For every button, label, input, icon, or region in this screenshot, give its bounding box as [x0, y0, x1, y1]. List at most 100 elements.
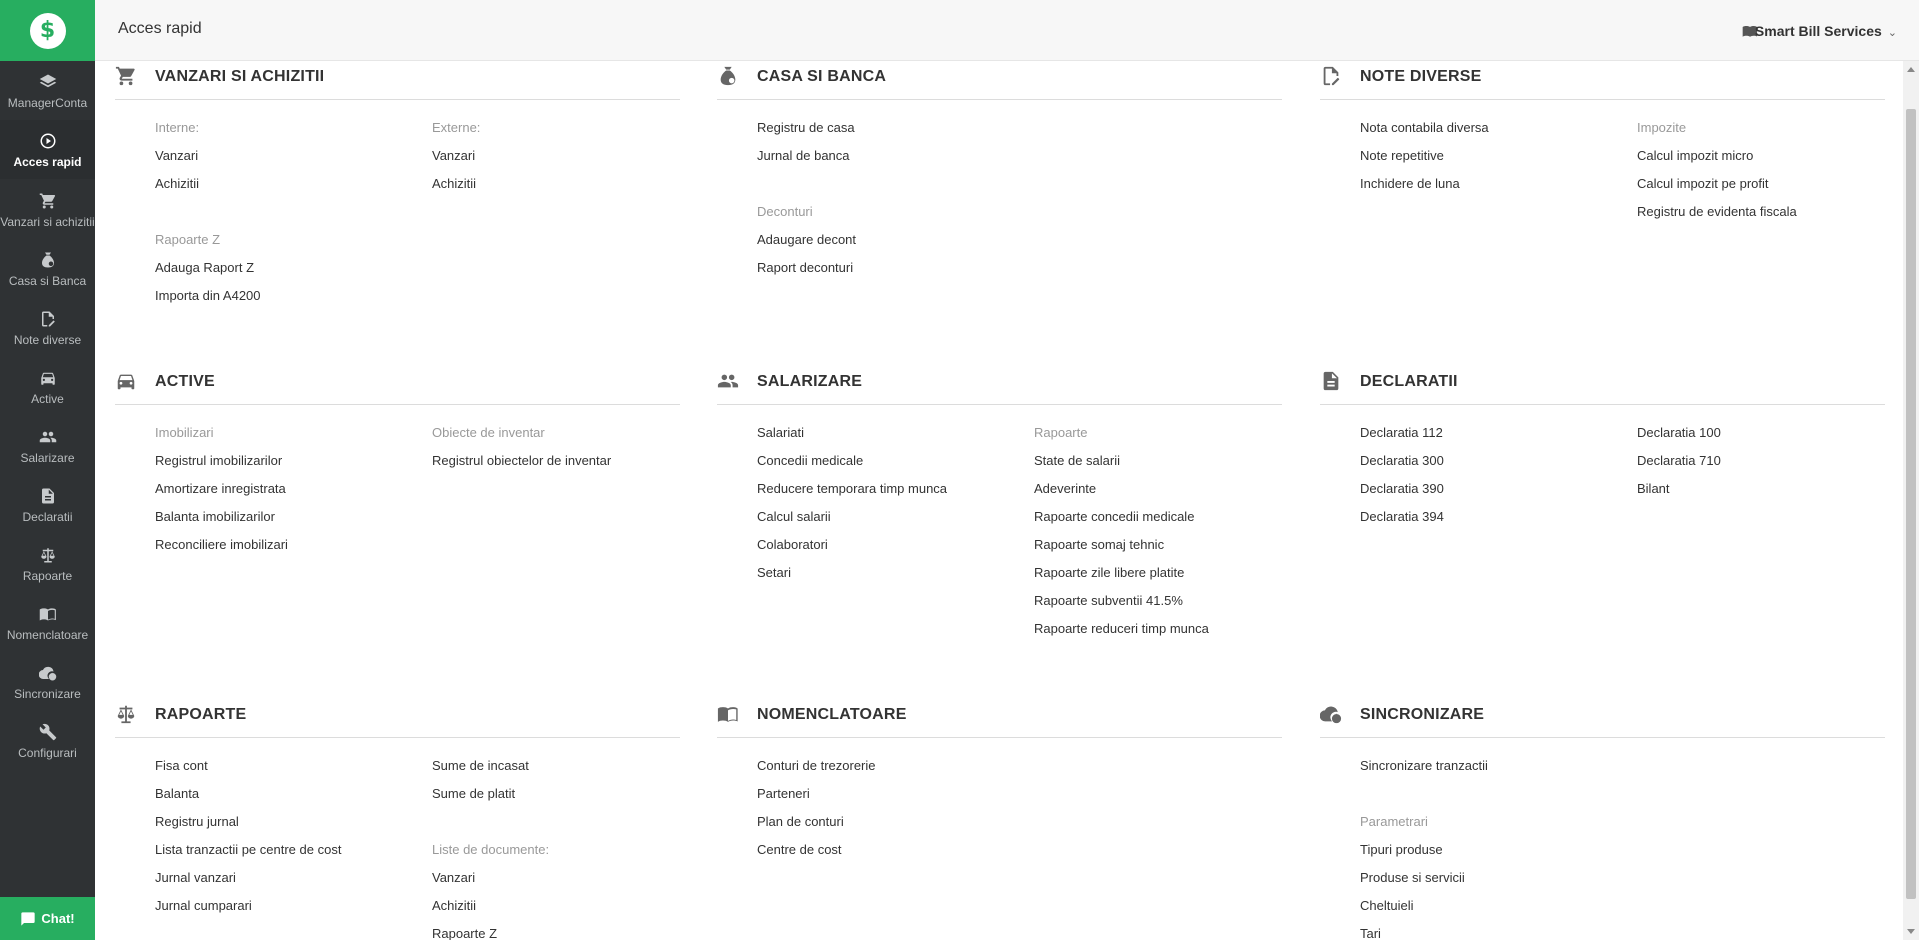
- link-achizitii[interactable]: Achizitii: [432, 170, 702, 198]
- sidebar-item-salarizare[interactable]: Salarizare: [0, 416, 95, 475]
- link-jurnal-de-banca[interactable]: Jurnal de banca: [757, 142, 1027, 170]
- link-registrul-obiectelor-de-inventar[interactable]: Registrul obiectelor de inventar: [432, 447, 702, 475]
- link-reducere-temporara-timp-munca[interactable]: Reducere temporara timp munca: [757, 475, 1027, 503]
- section-casa-banca: CASA SI BANCA Registru de casa Jurnal de …: [717, 61, 1282, 282]
- link-tari[interactable]: Tari: [1360, 920, 1630, 940]
- sidebar-item-active[interactable]: Active: [0, 357, 95, 416]
- link-balanta-imobilizarilor[interactable]: Balanta imobilizarilor: [155, 503, 425, 531]
- link-registru-de-casa[interactable]: Registru de casa: [757, 114, 1027, 142]
- link-note-repetitive[interactable]: Note repetitive: [1360, 142, 1630, 170]
- group-label: Obiecte de inventar: [432, 425, 545, 440]
- link-registrul-imobilizarilor[interactable]: Registrul imobilizarilor: [155, 447, 425, 475]
- link-vanzari[interactable]: Vanzari: [432, 142, 702, 170]
- link-rapoarte-zile-libere-platite[interactable]: Rapoarte zile libere platite: [1034, 559, 1304, 587]
- sidebar-item-configurari[interactable]: Configurari: [0, 711, 95, 770]
- sidebar-item-acces-rapid[interactable]: Acces rapid: [0, 120, 95, 179]
- company-selector[interactable]: Smart Bill Services ⌄: [1755, 23, 1897, 39]
- link-rapoarte-concedii-medicale[interactable]: Rapoarte concedii medicale: [1034, 503, 1304, 531]
- note-edit-icon: [1320, 65, 1342, 87]
- link-registru-de-evidenta-fiscala[interactable]: Registru de evidenta fiscala: [1637, 198, 1903, 226]
- link-adauga-raport-z[interactable]: Adauga Raport Z: [155, 254, 425, 282]
- scroll-up-arrow-icon[interactable]: [1907, 67, 1915, 72]
- link-parteneri[interactable]: Parteneri: [757, 780, 1027, 808]
- link-declaratia-394[interactable]: Declaratia 394: [1360, 503, 1630, 531]
- link-rapoarte-subventii-41-5pct[interactable]: Rapoarte subventii 41.5%: [1034, 587, 1304, 615]
- money-bag-icon: [717, 65, 739, 87]
- sidebar-item-note-diverse[interactable]: Note diverse: [0, 298, 95, 357]
- dollar-logo-icon: $: [29, 12, 66, 49]
- link-vanzari[interactable]: Vanzari: [432, 864, 702, 892]
- vertical-scrollbar[interactable]: [1903, 61, 1919, 940]
- link-vanzari[interactable]: Vanzari: [155, 142, 425, 170]
- link-registru-jurnal[interactable]: Registru jurnal: [155, 808, 425, 836]
- link-conturi-de-trezorerie[interactable]: Conturi de trezorerie: [757, 752, 1027, 780]
- link-achizitii[interactable]: Achizitii: [432, 892, 702, 920]
- link-salariati[interactable]: Salariati: [757, 419, 1027, 447]
- group-label: Impozite: [1637, 120, 1687, 135]
- link-centre-de-cost[interactable]: Centre de cost: [757, 836, 1027, 864]
- sidebar-item-rapoarte[interactable]: Rapoarte: [0, 534, 95, 593]
- scroll-thumb[interactable]: [1906, 109, 1916, 899]
- link-achizitii[interactable]: Achizitii: [155, 170, 425, 198]
- link-declaratia-710[interactable]: Declaratia 710: [1637, 447, 1903, 475]
- quick-access-content: VANZARI SI ACHIZITII Interne: Vanzari Achi…: [95, 61, 1903, 940]
- link-declaratia-112[interactable]: Declaratia 112: [1360, 419, 1630, 447]
- link-rapoarte-z[interactable]: Rapoarte Z: [432, 920, 702, 940]
- link-produse-si-servicii[interactable]: Produse si servicii: [1360, 864, 1630, 892]
- link-concedii-medicale[interactable]: Concedii medicale: [757, 447, 1027, 475]
- link-state-de-salarii[interactable]: State de salarii: [1034, 447, 1304, 475]
- link-colaboratori[interactable]: Colaboratori: [757, 531, 1027, 559]
- section-title: NOTE DIVERSE: [1360, 68, 1482, 85]
- car-icon: [39, 368, 57, 388]
- sidebar-item-label: Sincronizare: [14, 687, 81, 701]
- link-adaugare-decont[interactable]: Adaugare decont: [757, 226, 1027, 254]
- link-column: Salariati Concedii medicale Reducere tempo…: [757, 419, 1027, 587]
- sidebar-item-vanzari[interactable]: Vanzari si achizitii: [0, 179, 95, 239]
- link-balanta[interactable]: Balanta: [155, 780, 425, 808]
- link-lista-tranzactii-pe-centre-de-cost[interactable]: Lista tranzactii pe centre de cost: [155, 836, 425, 864]
- link-tipuri-produse[interactable]: Tipuri produse: [1360, 836, 1630, 864]
- sidebar-item-declaratii[interactable]: Declaratii: [0, 475, 95, 534]
- link-fisa-cont[interactable]: Fisa cont: [155, 752, 425, 780]
- sidebar-item-managerconta[interactable]: ManagerConta: [0, 61, 95, 120]
- sidebar-item-label: Note diverse: [13, 333, 82, 347]
- sidebar-item-label: ManagerConta: [7, 96, 88, 110]
- chat-button[interactable]: Chat!: [0, 897, 95, 940]
- link-sume-de-platit[interactable]: Sume de platit: [432, 780, 702, 808]
- link-setari[interactable]: Setari: [757, 559, 1027, 587]
- sidebar-item-casa-banca[interactable]: Casa si Banca: [0, 239, 95, 298]
- link-nota-contabila-diversa[interactable]: Nota contabila diversa: [1360, 114, 1630, 142]
- link-calcul-impozit-pe-profit[interactable]: Calcul impozit pe profit: [1637, 170, 1903, 198]
- link-importa-din-a4200[interactable]: Importa din A4200: [155, 282, 425, 310]
- link-calcul-salarii[interactable]: Calcul salarii: [757, 503, 1027, 531]
- link-plan-de-conturi[interactable]: Plan de conturi: [757, 808, 1027, 836]
- link-bilant[interactable]: Bilant: [1637, 475, 1903, 503]
- link-raport-deconturi[interactable]: Raport deconturi: [757, 254, 1027, 282]
- link-column: Registru de casa Jurnal de banca Deconturi…: [757, 114, 1027, 282]
- link-cheltuieli[interactable]: Cheltuieli: [1360, 892, 1630, 920]
- link-inchidere-de-luna[interactable]: Inchidere de luna: [1360, 170, 1630, 198]
- link-declaratia-100[interactable]: Declaratia 100: [1637, 419, 1903, 447]
- link-reconciliere-imobilizari[interactable]: Reconciliere imobilizari: [155, 531, 425, 559]
- link-amortizare-inregistrata[interactable]: Amortizare inregistrata: [155, 475, 425, 503]
- logo[interactable]: $: [0, 0, 95, 61]
- link-column: Obiecte de inventar Registrul obiectelor …: [432, 419, 702, 475]
- link-declaratia-300[interactable]: Declaratia 300: [1360, 447, 1630, 475]
- app-window: $ ManagerConta Acces rapid Vanzari si ac…: [0, 0, 1919, 940]
- sidebar-item-sincronizare[interactable]: Sincronizare: [0, 652, 95, 711]
- open-book-icon: [717, 703, 739, 725]
- link-rapoarte-somaj-tehnic[interactable]: Rapoarte somaj tehnic: [1034, 531, 1304, 559]
- scroll-down-arrow-icon[interactable]: [1907, 929, 1915, 934]
- section-title: VANZARI SI ACHIZITII: [155, 68, 325, 85]
- link-rapoarte-reduceri-timp-munca[interactable]: Rapoarte reduceri timp munca: [1034, 615, 1304, 643]
- link-calcul-impozit-micro[interactable]: Calcul impozit micro: [1637, 142, 1903, 170]
- chevron-down-icon: ⌄: [1887, 27, 1897, 39]
- link-sincronizare-tranzactii[interactable]: Sincronizare tranzactii: [1360, 752, 1630, 780]
- link-jurnal-vanzari[interactable]: Jurnal vanzari: [155, 864, 425, 892]
- sidebar-item-nomenclatoare[interactable]: Nomenclatoare: [0, 593, 95, 652]
- link-adeverinte[interactable]: Adeverinte: [1034, 475, 1304, 503]
- link-declaratia-390[interactable]: Declaratia 390: [1360, 475, 1630, 503]
- link-jurnal-cumparari[interactable]: Jurnal cumparari: [155, 892, 425, 920]
- link-sume-de-incasat[interactable]: Sume de incasat: [432, 752, 702, 780]
